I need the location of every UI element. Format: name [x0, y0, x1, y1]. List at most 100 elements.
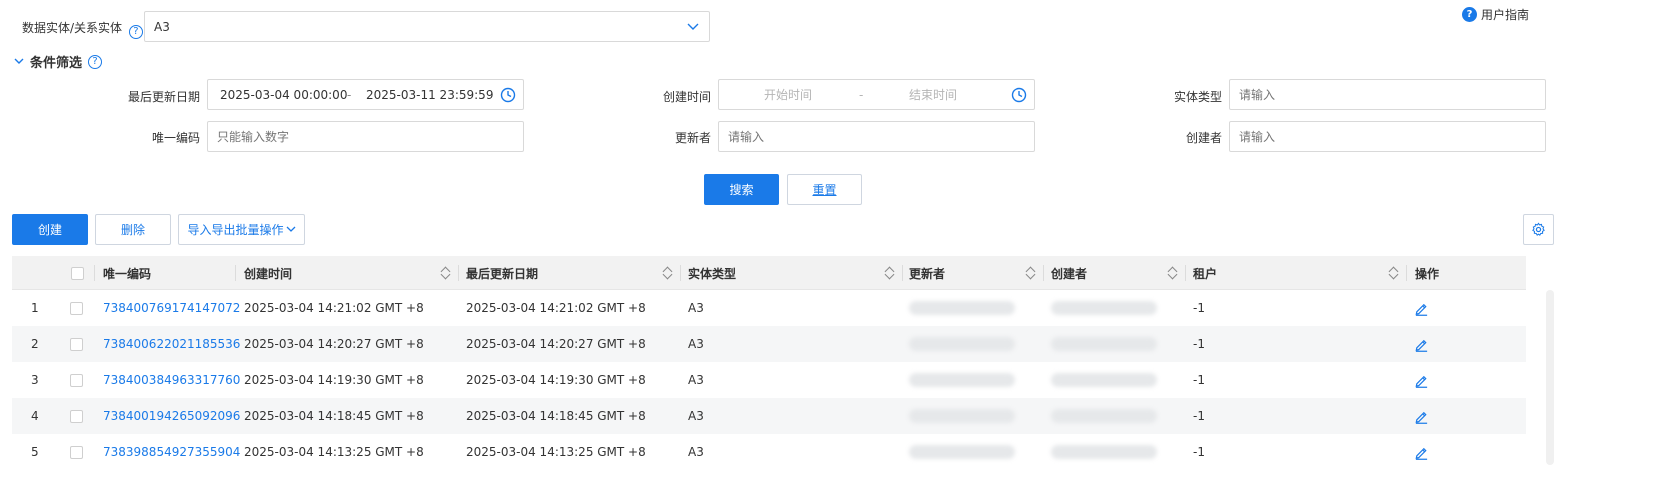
row-creator-redacted: [1051, 326, 1157, 362]
sort-icon[interactable]: [1389, 266, 1399, 280]
row-creator-redacted: [1051, 362, 1157, 398]
question-circle-icon[interactable]: ?: [128, 25, 143, 39]
table-row: 2 738400622021185536 2025-03-04 14:20:27…: [12, 326, 1526, 362]
edit-button[interactable]: [1414, 434, 1429, 470]
row-created: 2025-03-04 14:20:27 GMT +8: [244, 337, 424, 351]
sort-icon[interactable]: [1026, 266, 1036, 280]
table-scrollbar[interactable]: [1546, 290, 1554, 465]
question-circle-icon: ?: [1462, 7, 1477, 22]
sort-icon[interactable]: [885, 266, 895, 280]
create-time-range[interactable]: 开始时间 - 结束时间: [718, 79, 1035, 110]
table-row: 1 738400769174147072 2025-03-04 14:21:02…: [12, 290, 1526, 326]
entity-select-value: A3: [154, 19, 170, 34]
range-separator: -: [859, 87, 864, 102]
updater-input[interactable]: [718, 121, 1035, 152]
row-updated: 2025-03-04 14:20:27 GMT +8: [466, 337, 646, 351]
sort-icon[interactable]: [441, 266, 451, 280]
table-row: 4 738400194265092096 2025-03-04 14:18:45…: [12, 398, 1526, 434]
row-updater-redacted: [909, 290, 1015, 326]
column-header-type[interactable]: 实体类型: [688, 256, 736, 290]
edit-button[interactable]: [1414, 362, 1429, 398]
row-checkbox[interactable]: [70, 434, 83, 470]
entity-select-label: 数据实体/关系实体 ?: [22, 19, 143, 39]
column-header-creator[interactable]: 创建者: [1051, 256, 1087, 290]
row-index: 5: [31, 445, 39, 459]
row-tenant: -1: [1193, 373, 1205, 387]
column-header-updater[interactable]: 更新者: [909, 256, 945, 290]
last-update-range[interactable]: 2025-03-04 00:00:00 - 2025-03-11 23:59:5…: [207, 79, 524, 110]
reset-button[interactable]: 重置: [787, 174, 862, 205]
edit-button[interactable]: [1414, 326, 1429, 362]
entity-type-label: 实体类型: [1173, 90, 1222, 104]
row-checkbox[interactable]: [70, 398, 83, 434]
row-code-link[interactable]: 738400384963317760: [103, 362, 240, 398]
row-tenant: -1: [1193, 337, 1205, 351]
create-button[interactable]: 创建: [12, 214, 88, 245]
row-checkbox[interactable]: [70, 362, 83, 398]
row-creator-redacted: [1051, 434, 1157, 470]
row-created: 2025-03-04 14:18:45 GMT +8: [244, 409, 424, 423]
table-row: 3 738400384963317760 2025-03-04 14:19:30…: [12, 362, 1526, 398]
column-header-created[interactable]: 创建时间: [244, 256, 292, 290]
row-index: 4: [31, 409, 39, 423]
delete-button[interactable]: 删除: [95, 214, 171, 245]
entity-type-input[interactable]: [1229, 79, 1546, 110]
column-header-tenant[interactable]: 租户: [1193, 256, 1217, 290]
column-header-code[interactable]: 唯一编码: [103, 256, 151, 290]
row-updater-redacted: [909, 326, 1015, 362]
creator-label: 创建者: [1185, 131, 1222, 145]
row-code-link[interactable]: 738400194265092096: [103, 398, 240, 434]
table-row: 5 738398854927355904 2025-03-04 14:13:25…: [12, 434, 1526, 470]
row-tenant: -1: [1193, 445, 1205, 459]
filter-toggle[interactable]: 条件筛选 ?: [14, 52, 103, 71]
table-settings-button[interactable]: [1523, 214, 1554, 245]
search-button[interactable]: 搜索: [704, 174, 779, 205]
edit-button[interactable]: [1414, 398, 1429, 434]
sort-icon[interactable]: [663, 266, 673, 280]
pencil-icon: [1415, 447, 1428, 460]
row-updated: 2025-03-04 14:21:02 GMT +8: [466, 301, 646, 315]
pencil-icon: [1415, 303, 1428, 316]
clock-icon[interactable]: [1011, 87, 1027, 103]
row-checkbox[interactable]: [70, 290, 83, 326]
row-type: A3: [688, 409, 704, 423]
column-header-actions: 操作: [1415, 266, 1440, 281]
row-tenant: -1: [1193, 409, 1205, 423]
row-checkbox[interactable]: [70, 326, 83, 362]
select-all-checkbox[interactable]: [71, 256, 84, 290]
row-created: 2025-03-04 14:13:25 GMT +8: [244, 445, 424, 459]
chevron-down-icon: [687, 23, 699, 30]
row-code-link[interactable]: 738398854927355904: [103, 434, 240, 470]
chevron-down-icon: [286, 226, 295, 232]
edit-button[interactable]: [1414, 290, 1429, 326]
row-index: 1: [31, 301, 39, 315]
row-type: A3: [688, 445, 704, 459]
row-created: 2025-03-04 14:21:02 GMT +8: [244, 301, 424, 315]
creator-input[interactable]: [1229, 121, 1546, 152]
row-updater-redacted: [909, 434, 1015, 470]
create-time-start[interactable]: 开始时间: [764, 86, 812, 103]
create-time-label: 创建时间: [662, 90, 711, 104]
table-header: 唯一编码 创建时间 最后更新日期 实体类型 更新者 创建者 租户 操作: [12, 256, 1526, 290]
column-header-updated[interactable]: 最后更新日期: [466, 256, 538, 290]
unique-code-input[interactable]: [207, 121, 524, 152]
question-circle-icon[interactable]: ?: [88, 54, 103, 69]
last-update-start[interactable]: 2025-03-04 00:00:00: [220, 88, 347, 102]
row-code-link[interactable]: 738400622021185536: [103, 326, 240, 362]
clock-icon[interactable]: [500, 87, 516, 103]
import-export-dropdown[interactable]: 导入导出批量操作: [178, 214, 305, 245]
create-time-end[interactable]: 结束时间: [909, 86, 957, 103]
user-guide-link[interactable]: ? 用户指南: [1462, 6, 1529, 23]
last-update-end[interactable]: 2025-03-11 23:59:59: [366, 88, 493, 102]
row-creator-redacted: [1051, 290, 1157, 326]
row-updated: 2025-03-04 14:19:30 GMT +8: [466, 373, 646, 387]
row-index: 2: [31, 337, 39, 351]
row-creator-redacted: [1051, 398, 1157, 434]
row-type: A3: [688, 337, 704, 351]
sort-icon[interactable]: [1168, 266, 1178, 280]
entity-select[interactable]: A3: [144, 11, 710, 42]
row-code-link[interactable]: 738400769174147072: [103, 290, 240, 326]
row-index: 3: [31, 373, 39, 387]
unique-code-label: 唯一编码: [151, 131, 200, 145]
last-update-label: 最后更新日期: [127, 90, 200, 104]
